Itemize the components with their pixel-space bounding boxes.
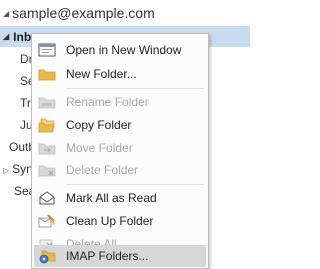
- menu-item-open-in-new-window[interactable]: Open in New Window: [34, 39, 206, 61]
- expand-triangle-icon[interactable]: ◢: [3, 32, 9, 41]
- menu-item-mark-all-as-read[interactable]: Mark All as Read: [34, 187, 206, 209]
- expand-triangle-icon[interactable]: ▷: [3, 166, 9, 175]
- rename-folder-icon: [37, 93, 57, 111]
- menu-item-label: Rename Folder: [66, 95, 149, 109]
- menu-item-copy-folder[interactable]: Copy Folder: [34, 114, 206, 136]
- menu-item-imap-folders[interactable]: IMAP Folders...: [34, 245, 206, 267]
- menu-separator: [66, 184, 204, 185]
- new-window-icon: [37, 41, 57, 59]
- menu-item-label: Clean Up Folder: [66, 214, 154, 228]
- menu-item-move-folder[interactable]: Move Folder: [34, 137, 206, 159]
- copy-folder-icon: [37, 116, 57, 134]
- menu-item-rename-folder[interactable]: Rename Folder: [34, 91, 206, 113]
- menu-item-label: Copy Folder: [66, 118, 132, 132]
- menu-item-label: Delete Folder: [66, 163, 139, 177]
- folder-context-menu: Open in New Window New Folder... Rename …: [31, 33, 209, 269]
- menu-item-label: New Folder...: [66, 67, 137, 81]
- menu-item-label: IMAP Folders...: [66, 249, 149, 263]
- menu-item-label: Move Folder: [66, 141, 133, 155]
- account-email: sample@example.com: [12, 5, 155, 21]
- imap-folders-icon: [37, 247, 57, 265]
- menu-item-label: Open in New Window: [66, 43, 182, 57]
- menu-item-label: Mark All as Read: [66, 191, 157, 205]
- delete-folder-icon: [37, 161, 57, 179]
- menu-item-clean-up-folder[interactable]: Clean Up Folder: [34, 210, 206, 232]
- menu-separator: [66, 88, 204, 89]
- clean-up-icon: [37, 212, 57, 230]
- envelope-open-icon: [37, 189, 57, 207]
- collapse-triangle-icon[interactable]: ◢: [3, 9, 9, 18]
- menu-item-delete-folder[interactable]: Delete Folder: [34, 159, 206, 181]
- move-folder-icon: [37, 139, 57, 157]
- menu-item-new-folder[interactable]: New Folder...: [34, 63, 206, 85]
- new-folder-icon: [37, 65, 57, 83]
- account-header[interactable]: ◢ sample@example.com: [0, 0, 250, 26]
